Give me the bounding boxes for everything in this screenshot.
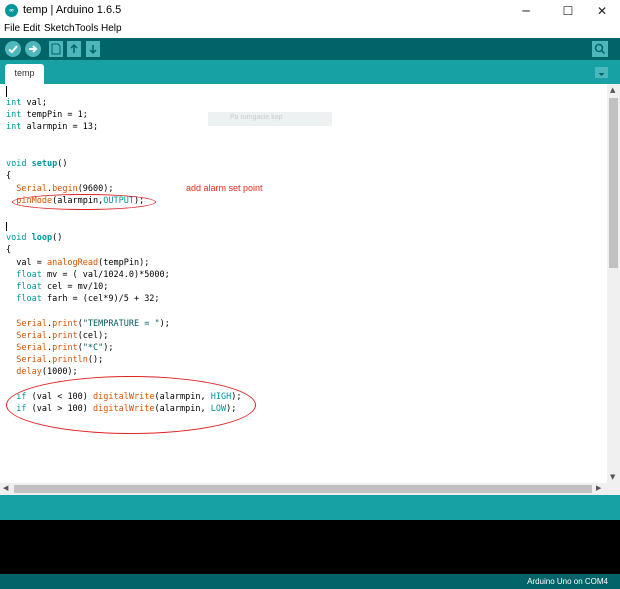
menu-edit[interactable]: Edit <box>23 23 40 34</box>
close-button[interactable]: ✕ <box>582 0 620 22</box>
save-icon[interactable] <box>86 41 100 57</box>
code-line: { <box>6 245 12 255</box>
board-port-label: Arduino Uno on COM4 <box>527 577 608 586</box>
code-line: Serial.print("*C"); <box>16 343 114 353</box>
annotation-note: add alarm set point <box>186 183 263 193</box>
minimize-button[interactable]: ─ <box>506 0 546 22</box>
window-title: temp | Arduino 1.6.5 <box>23 4 122 16</box>
menu-bar: File Edit Sketch Tools Help <box>0 22 620 38</box>
console-output[interactable] <box>0 520 620 574</box>
code-line: float mv = ( val/1024.0)*5000; <box>16 270 170 280</box>
title-bar: ∞ temp | Arduino 1.6.5 ─ ☐ ✕ <box>0 0 620 22</box>
horizontal-scroll-thumb[interactable] <box>14 485 592 493</box>
tab-menu-button[interactable] <box>595 67 608 78</box>
code-line: float farh = (cel*9)/5 + 32; <box>16 294 160 304</box>
tab-bar: temp <box>0 60 620 84</box>
status-bar: Arduino Uno on COM4 <box>0 574 620 589</box>
code-line: delay(1000); <box>16 367 78 377</box>
highlight-ellipse <box>6 376 256 434</box>
scroll-corner <box>607 483 620 495</box>
code-line: val = analogRead(tempPin); <box>6 258 150 268</box>
menu-help[interactable]: Help <box>101 23 122 34</box>
code-line: int val; <box>6 98 47 108</box>
tooltip-hint: Pa rumgacie kap <box>208 112 332 126</box>
code-line: void loop() <box>6 233 63 243</box>
verify-icon[interactable] <box>5 41 21 57</box>
scroll-down-icon[interactable]: ▼ <box>610 473 615 481</box>
highlight-ellipse <box>12 194 156 210</box>
serial-monitor-icon[interactable] <box>592 41 608 57</box>
code-line: { <box>6 171 12 181</box>
scroll-right-icon[interactable]: ▶ <box>596 484 601 492</box>
arduino-logo-icon: ∞ <box>5 4 18 17</box>
menu-file[interactable]: File <box>4 23 20 34</box>
code-line: Serial.print("TEMPRATURE = "); <box>16 319 170 329</box>
upload-icon[interactable] <box>25 41 41 57</box>
message-area <box>0 495 620 520</box>
open-icon[interactable] <box>67 41 81 57</box>
horizontal-scrollbar[interactable]: ◀ ▶ <box>0 483 607 495</box>
code-line: int alarmpin = 13; <box>6 122 99 132</box>
code-line: float cel = mv/10; <box>16 282 109 292</box>
code-line: void setup() <box>6 159 68 169</box>
tab-temp[interactable]: temp <box>5 64 44 84</box>
menu-tools[interactable]: Tools <box>75 23 98 34</box>
vertical-scroll-thumb[interactable] <box>609 98 618 268</box>
new-icon[interactable] <box>49 41 63 57</box>
menu-sketch[interactable]: Sketch <box>44 23 75 34</box>
scroll-left-icon[interactable]: ◀ <box>3 484 8 492</box>
code-line: Serial.print(cel); <box>16 331 109 341</box>
text-caret <box>6 86 7 97</box>
toolbar <box>0 38 620 60</box>
vertical-scrollbar[interactable]: ▲ ▼ <box>607 84 620 483</box>
code-editor[interactable]: Pa rumgacie kap int val; int tempPin = 1… <box>0 84 607 483</box>
text-caret <box>6 222 7 231</box>
scroll-up-icon[interactable]: ▲ <box>610 86 615 94</box>
code-line: Serial.println(); <box>16 355 104 365</box>
code-line: int tempPin = 1; <box>6 110 88 120</box>
